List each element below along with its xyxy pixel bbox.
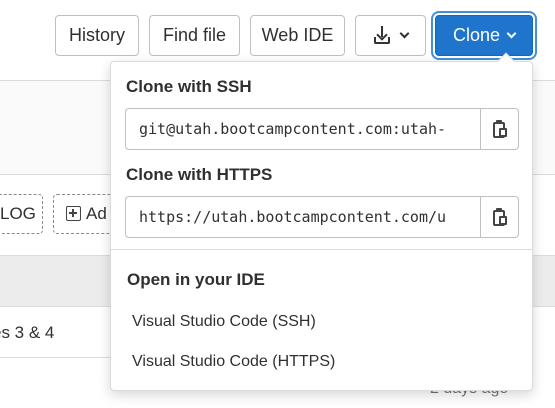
find-file-button[interactable]: Find file [149, 15, 240, 56]
chevron-down-icon [399, 28, 410, 39]
dropdown-divider [111, 249, 532, 250]
web-ide-button[interactable]: Web IDE [250, 15, 345, 56]
clone-https-label: Clone with HTTPS [126, 165, 273, 184]
ssh-url-input[interactable]: git@utah.bootcampcontent.com:utah- [125, 108, 480, 150]
clone-label: Clone [452, 25, 501, 45]
changelog-label: LOG [0, 204, 36, 223]
plus-square-icon [66, 206, 81, 221]
clone-dropdown: Clone with SSH git@utah.bootcampcontent.… [110, 52, 533, 391]
changelog-button[interactable]: LOG [0, 194, 43, 234]
https-url-group: https://utah.bootcampcontent.com/u [125, 196, 519, 238]
history-button[interactable]: History [55, 15, 139, 56]
vscode-ssh-option[interactable]: Visual Studio Code (SSH) [132, 313, 316, 331]
vscode-https-option[interactable]: Visual Studio Code (HTTPS) [132, 353, 335, 371]
download-button[interactable] [355, 15, 426, 56]
commit-message[interactable]: es 3 & 4 [0, 323, 54, 343]
open-in-ide-label: Open in your IDE [127, 270, 265, 289]
download-icon [373, 26, 391, 44]
clipboard-icon [493, 208, 507, 226]
clone-button[interactable]: Clone [435, 15, 533, 56]
clipboard-icon [493, 120, 507, 138]
copy-ssh-url-button[interactable] [480, 108, 519, 150]
copy-https-url-button[interactable] [480, 196, 519, 238]
https-url-input[interactable]: https://utah.bootcampcontent.com/u [125, 196, 480, 238]
add-label: Ad [86, 204, 107, 223]
row-divider [0, 357, 120, 358]
chevron-down-icon [506, 28, 517, 39]
ssh-url-group: git@utah.bootcampcontent.com:utah- [125, 108, 519, 150]
clone-ssh-label: Clone with SSH [126, 77, 252, 96]
